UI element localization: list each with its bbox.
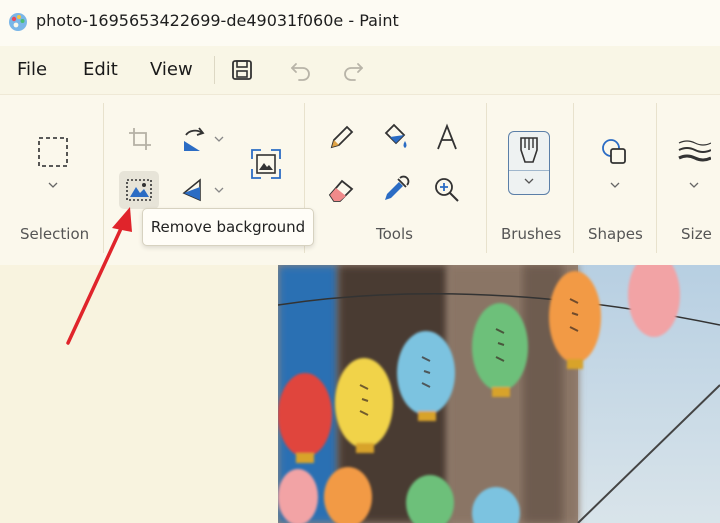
flip-icon[interactable] xyxy=(180,175,210,205)
size-icon[interactable] xyxy=(677,137,711,167)
menu-edit[interactable]: Edit xyxy=(83,59,118,80)
remove-background-tooltip: Remove background xyxy=(142,208,314,246)
group-label-tools: Tools xyxy=(376,225,413,243)
undo-icon[interactable] xyxy=(287,56,315,84)
fill-bucket-icon[interactable] xyxy=(380,123,410,153)
group-label-brushes: Brushes xyxy=(501,225,562,243)
photo-canvas[interactable] xyxy=(278,265,720,523)
remove-background-icon[interactable] xyxy=(125,177,153,203)
menu-separator xyxy=(214,56,215,84)
paint-app-icon xyxy=(9,13,27,31)
group-separator xyxy=(573,103,574,253)
flip-chevron-icon[interactable] xyxy=(214,186,224,194)
pencil-icon[interactable] xyxy=(326,123,356,153)
rotate-icon[interactable] xyxy=(180,125,210,155)
crop-icon[interactable] xyxy=(126,125,154,153)
window-title: photo-1695653422699-de49031f060e - Paint xyxy=(36,11,399,30)
menu-file[interactable]: File xyxy=(17,59,47,80)
chevron-down-icon[interactable] xyxy=(48,181,58,189)
text-icon[interactable] xyxy=(432,123,462,153)
shapes-icon[interactable] xyxy=(600,137,630,167)
menu-view[interactable]: View xyxy=(150,59,193,80)
shapes-chevron-icon[interactable] xyxy=(610,181,620,189)
save-icon[interactable] xyxy=(228,56,256,84)
lantern-photo xyxy=(278,265,720,523)
canvas-area[interactable] xyxy=(0,265,720,523)
brush-chevron-icon[interactable] xyxy=(524,177,534,185)
title-bar: photo-1695653422699-de49031f060e - Paint xyxy=(0,0,720,46)
magnifier-icon[interactable] xyxy=(432,175,462,205)
group-separator xyxy=(103,103,104,253)
color-picker-icon[interactable] xyxy=(380,175,410,205)
ribbon: Selection Tools Brushes Shapes Size xyxy=(0,94,720,265)
group-separator xyxy=(656,103,657,253)
size-chevron-icon[interactable] xyxy=(689,181,699,189)
group-separator xyxy=(486,103,487,253)
brush-icon xyxy=(520,137,538,163)
group-label-size: Size xyxy=(681,225,712,243)
brushes-button[interactable] xyxy=(508,131,550,195)
brush-split-line xyxy=(509,170,549,171)
menu-bar: File Edit View xyxy=(0,46,720,94)
group-label-selection: Selection xyxy=(20,225,90,243)
eraser-icon[interactable] xyxy=(326,175,356,205)
redo-icon[interactable] xyxy=(339,56,367,84)
group-label-shapes: Shapes xyxy=(588,225,643,243)
resize-icon[interactable] xyxy=(249,147,283,181)
selection-rect-icon[interactable] xyxy=(36,135,70,169)
rotate-chevron-icon[interactable] xyxy=(214,135,224,143)
